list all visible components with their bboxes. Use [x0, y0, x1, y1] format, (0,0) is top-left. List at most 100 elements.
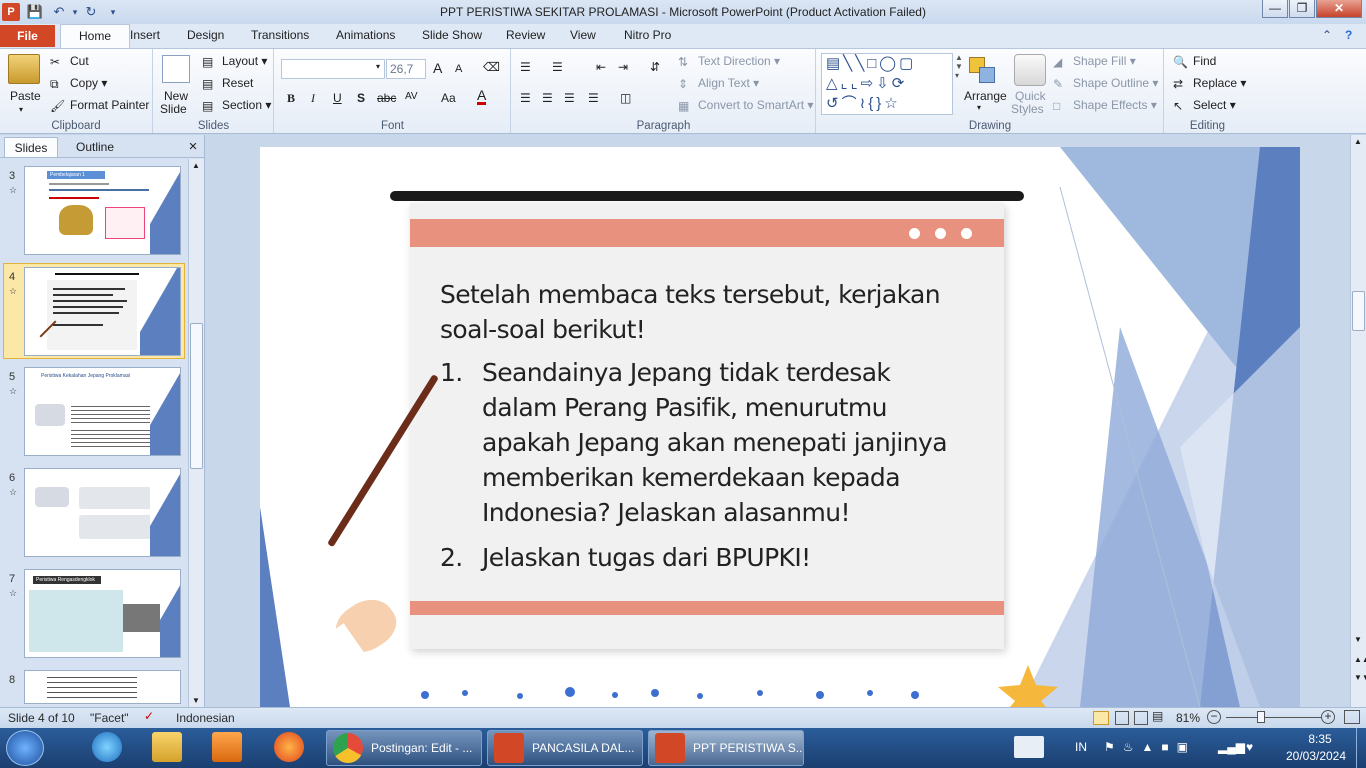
- replace-button[interactable]: ⇄ Replace ▾: [1173, 76, 1246, 91]
- close-pane-icon[interactable]: ×: [184, 137, 202, 157]
- grow-font-button[interactable]: A: [433, 60, 442, 76]
- change-case-button[interactable]: Aa: [441, 91, 456, 105]
- slide-thumbnail-5[interactable]: Peristiwa Kekalahan Jepang Proklamasi: [24, 367, 181, 456]
- file-explorer-icon[interactable]: [152, 732, 182, 762]
- font-size-input[interactable]: 26,7: [386, 59, 426, 79]
- slide-thumbnail-6[interactable]: [24, 468, 181, 557]
- show-desktop-button[interactable]: [1356, 728, 1366, 768]
- zoom-out-icon[interactable]: −: [1207, 710, 1221, 724]
- taskbar-item-pancasila[interactable]: PANCASILA DAL...: [487, 730, 643, 766]
- tab-slides[interactable]: Slides: [4, 137, 58, 157]
- reading-view-icon[interactable]: [1134, 711, 1148, 725]
- slides-pane-scrollbar[interactable]: ▲ ▼: [188, 159, 204, 707]
- decrease-indent-icon[interactable]: ⇤: [596, 60, 606, 74]
- tab-slide-show[interactable]: Slide Show: [422, 28, 482, 42]
- slideshow-icon[interactable]: ▤: [1152, 709, 1163, 723]
- format-painter-button[interactable]: 🖌 Format Painter: [50, 98, 149, 113]
- tray-icons[interactable]: ⚑♨▲■▣: [1104, 740, 1196, 754]
- paste-button[interactable]: Paste: [10, 89, 41, 103]
- slide-thumbnail-8[interactable]: [24, 670, 181, 704]
- arrange-icon[interactable]: [967, 55, 997, 85]
- previous-slide-icon[interactable]: ▲▲: [1354, 655, 1366, 664]
- close-button[interactable]: ✕: [1316, 0, 1362, 18]
- volume-icon[interactable]: ♥: [1246, 740, 1253, 754]
- shapes-more-icon[interactable]: ▲ ▼ ▾: [955, 53, 963, 80]
- new-slide-label-1[interactable]: New: [164, 89, 188, 103]
- slide-scroll-thumb[interactable]: [1352, 291, 1365, 331]
- quick-styles-label-2[interactable]: Styles: [1011, 102, 1044, 116]
- copy-button[interactable]: ⧉ Copy ▾: [50, 76, 107, 91]
- shapes-gallery[interactable]: ▤╲╲□◯▢ △⌞⌞⇨⇩⟳ ↺⌒≀{}☆: [821, 53, 953, 115]
- firefox-icon[interactable]: [274, 732, 304, 762]
- slide-canvas[interactable]: Setelah membaca teks tersebut, kerjakan …: [260, 147, 1300, 707]
- italic-button[interactable]: I: [311, 91, 315, 106]
- zoom-slider-thumb[interactable]: [1257, 711, 1265, 723]
- slide-thumbnail-3[interactable]: Pembelajaran 1: [24, 166, 181, 255]
- clock-time[interactable]: 8:35: [1290, 732, 1350, 746]
- slides-pane-scroll-thumb[interactable]: [190, 323, 203, 469]
- tab-view[interactable]: View: [570, 28, 596, 42]
- tab-transitions[interactable]: Transitions: [251, 28, 309, 42]
- slide-sorter-icon[interactable]: [1115, 711, 1129, 725]
- reset-button[interactable]: ▤ Reset: [202, 76, 253, 91]
- normal-view-icon[interactable]: [1093, 711, 1109, 725]
- clock-date[interactable]: 20/03/2024: [1280, 749, 1352, 763]
- paste-icon[interactable]: [8, 54, 40, 84]
- taskbar-item-chrome[interactable]: Postingan: Edit - ...: [326, 730, 482, 766]
- tab-outline[interactable]: Outline: [64, 137, 126, 157]
- font-color-button[interactable]: A: [477, 88, 487, 105]
- slide-text-box[interactable]: Setelah membaca teks tersebut, kerjakan …: [440, 277, 960, 575]
- scroll-down-icon[interactable]: ▼: [192, 696, 200, 705]
- shape-fill-button[interactable]: ◢ Shape Fill ▾: [1053, 54, 1136, 69]
- pen-input-icon[interactable]: [1014, 736, 1044, 758]
- theme-name[interactable]: "Facet": [90, 711, 129, 725]
- signal-icon[interactable]: ▂▄▆: [1218, 740, 1245, 754]
- media-player-icon[interactable]: [212, 732, 242, 762]
- language[interactable]: Indonesian: [176, 711, 235, 725]
- align-center-icon[interactable]: ☰: [542, 91, 553, 105]
- shape-outline-button[interactable]: ✎ Shape Outline ▾: [1053, 76, 1158, 91]
- select-button[interactable]: ↖ Select ▾: [1173, 98, 1236, 113]
- line-spacing-icon[interactable]: ⇵: [650, 60, 660, 74]
- shape-effects-button[interactable]: □ Shape Effects ▾: [1053, 98, 1157, 113]
- clear-formatting-icon[interactable]: ⌫: [483, 60, 500, 74]
- bold-button[interactable]: B: [287, 91, 295, 106]
- internet-explorer-icon[interactable]: [92, 732, 122, 762]
- next-slide-icon[interactable]: ▼▼: [1354, 673, 1366, 682]
- slide-thumbnail-7[interactable]: Peristiwa Rengasdengklok: [24, 569, 181, 658]
- strikethrough-button[interactable]: abc: [377, 91, 396, 105]
- convert-smartart-button[interactable]: ▦ Convert to SmartArt ▾: [678, 98, 813, 113]
- section-button[interactable]: ▤ Section ▾: [202, 98, 271, 113]
- quick-styles-label-1[interactable]: Quick: [1015, 89, 1046, 103]
- tab-insert[interactable]: Insert: [130, 28, 160, 42]
- increase-indent-icon[interactable]: ⇥: [618, 60, 628, 74]
- text-direction-button[interactable]: ⇅ Text Direction ▾: [678, 54, 780, 69]
- tab-home[interactable]: Home: [60, 24, 130, 49]
- taskbar-item-ppt-peristiwa[interactable]: PPT PERISTIWA S...: [648, 730, 804, 766]
- tab-nitro-pro[interactable]: Nitro Pro: [624, 28, 671, 42]
- align-right-icon[interactable]: ☰: [564, 91, 575, 105]
- restore-button[interactable]: ❐: [1289, 0, 1315, 18]
- zoom-level[interactable]: 81%: [1176, 711, 1200, 725]
- cut-button[interactable]: ✂ Cut: [50, 54, 89, 69]
- scroll-up-icon[interactable]: ▲: [1354, 137, 1362, 146]
- shrink-font-button[interactable]: A: [455, 63, 462, 75]
- ribbon-collapse-icon[interactable]: ⌃: [1322, 28, 1332, 42]
- tab-animations[interactable]: Animations: [336, 28, 395, 42]
- slide-vertical-scrollbar[interactable]: ▲ ▼ ▲▲ ▼▼: [1350, 135, 1366, 707]
- help-icon[interactable]: ?: [1345, 28, 1352, 42]
- font-name-dropdown-icon[interactable]: ▾: [376, 62, 380, 71]
- minimize-button[interactable]: —: [1262, 0, 1288, 18]
- justify-icon[interactable]: ☰: [588, 91, 599, 105]
- quick-styles-icon[interactable]: [1014, 54, 1046, 86]
- tab-design[interactable]: Design: [187, 28, 224, 42]
- scroll-down-icon[interactable]: ▼: [1354, 635, 1362, 644]
- font-name-input[interactable]: [281, 59, 385, 79]
- numbering-icon[interactable]: ☰: [552, 60, 563, 74]
- align-text-button[interactable]: ⇕ Align Text ▾: [678, 76, 759, 91]
- paste-dropdown-icon[interactable]: ▾: [19, 105, 23, 114]
- arrange-button[interactable]: Arrange: [964, 89, 1007, 103]
- scroll-up-icon[interactable]: ▲: [192, 161, 200, 170]
- layout-button[interactable]: ▤ Layout ▾: [202, 54, 267, 69]
- underline-button[interactable]: U: [333, 91, 342, 105]
